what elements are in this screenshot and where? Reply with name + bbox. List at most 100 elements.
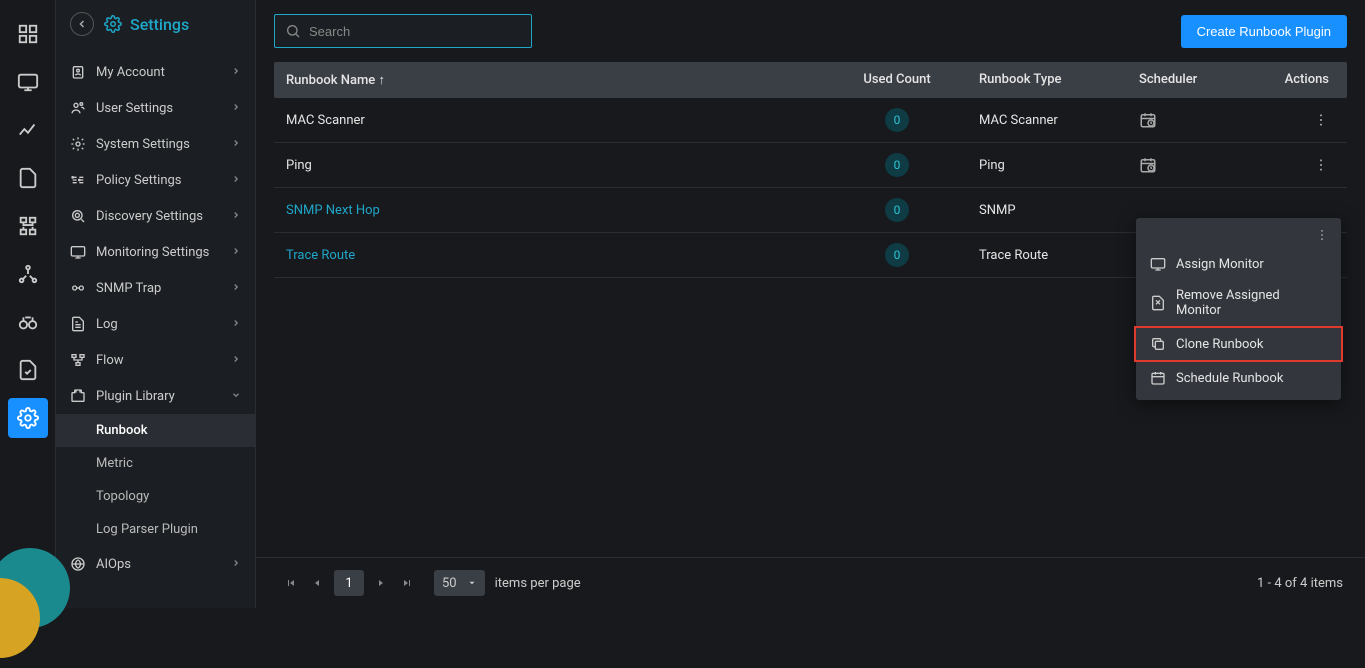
sidebar-item-label: System Settings	[96, 137, 190, 152]
context-menu: Assign Monitor Remove Assigned Monitor Clo…	[1136, 218, 1341, 400]
chevron-icon	[231, 173, 241, 188]
context-menu-label: Remove Assigned Monitor	[1176, 288, 1327, 318]
chevron-icon	[231, 65, 241, 80]
pager-first-icon[interactable]	[278, 570, 304, 596]
sidebar-item-discovery-settings[interactable]: Discovery Settings	[56, 198, 255, 234]
row-count: 0	[827, 143, 967, 187]
sidebar-item-label: My Account	[96, 65, 165, 80]
row-count: 0	[827, 188, 967, 232]
search-input-wrap[interactable]	[274, 14, 532, 48]
sidebar-item-log[interactable]: Log	[56, 306, 255, 342]
back-button[interactable]	[70, 12, 94, 36]
sidebar-subitem-topology[interactable]: Topology	[56, 480, 255, 513]
sidebar-item-label: SNMP Trap	[96, 281, 161, 296]
pager-prev-icon[interactable]	[304, 570, 330, 596]
context-menu-item-remove-assigned-monitor[interactable]: Remove Assigned Monitor	[1136, 280, 1341, 326]
table-row: MAC Scanner0MAC Scanner	[274, 98, 1347, 143]
row-scheduler[interactable]	[1127, 146, 1257, 184]
chevron-icon	[231, 281, 241, 296]
sidebar-item-plugin-library[interactable]: Plugin Library	[56, 378, 255, 414]
sidebar-item-label: User Settings	[96, 101, 173, 116]
rail-dashboard-icon[interactable]	[8, 14, 48, 54]
row-name: Ping	[274, 148, 827, 183]
rail-metrics-icon[interactable]	[8, 110, 48, 150]
pager-last-icon[interactable]	[394, 570, 420, 596]
rail-settings-icon[interactable]	[8, 398, 48, 438]
sidebar: Settings My Account User Settings System S…	[56, 0, 256, 608]
sidebar-item-my-account[interactable]: My Account	[56, 54, 255, 90]
sidebar-item-label: Monitoring Settings	[96, 245, 209, 260]
row-count: 0	[827, 233, 967, 277]
context-menu-label: Assign Monitor	[1176, 257, 1264, 272]
items-per-page-label: items per page	[495, 576, 581, 591]
more-vertical-icon[interactable]	[1313, 112, 1329, 128]
sidebar-item-policy-settings[interactable]: Policy Settings	[56, 162, 255, 198]
col-scheduler[interactable]: Scheduler	[1127, 62, 1257, 98]
pager-next-icon[interactable]	[368, 570, 394, 596]
sidebar-item-user-settings[interactable]: User Settings	[56, 90, 255, 126]
chevron-icon	[231, 389, 241, 404]
main-content: Create Runbook Plugin Runbook Name ↑ Use…	[256, 0, 1365, 608]
sidebar-item-flow[interactable]: Flow	[56, 342, 255, 378]
table-header: Runbook Name ↑ Used Count Runbook Type S…	[274, 62, 1347, 98]
col-runbook-type[interactable]: Runbook Type	[967, 62, 1127, 98]
sidebar-item-label: Flow	[96, 353, 124, 368]
row-type: MAC Scanner	[967, 103, 1127, 138]
sidebar-subitem-log-parser-plugin[interactable]: Log Parser Plugin	[56, 513, 255, 546]
pager-status: 1 - 4 of 4 items	[1257, 576, 1343, 591]
rail-monitor-icon[interactable]	[8, 62, 48, 102]
context-menu-label: Schedule Runbook	[1176, 371, 1283, 386]
chevron-icon	[231, 137, 241, 152]
page-title: Settings	[104, 15, 189, 34]
sidebar-subitem-runbook[interactable]: Runbook	[56, 414, 255, 447]
rail-topology-icon[interactable]	[8, 206, 48, 246]
sidebar-item-label: AIOps	[96, 557, 131, 572]
search-icon	[285, 23, 301, 39]
chevron-icon	[231, 245, 241, 260]
row-type: Trace Route	[967, 238, 1127, 273]
col-used-count[interactable]: Used Count	[827, 62, 967, 98]
sidebar-item-label: Plugin Library	[96, 389, 175, 404]
sidebar-item-label: Log	[96, 317, 118, 332]
sidebar-item-aiops[interactable]: AIOps	[56, 546, 255, 582]
pager-page-number[interactable]: 1	[334, 570, 364, 596]
row-actions[interactable]	[1257, 147, 1347, 183]
table-row: Ping0Ping	[274, 143, 1347, 188]
context-menu-label: Clone Runbook	[1176, 337, 1263, 352]
icon-rail	[0, 0, 56, 608]
row-type: SNMP	[967, 193, 1127, 228]
chevron-icon	[231, 353, 241, 368]
create-runbook-button[interactable]: Create Runbook Plugin	[1181, 15, 1347, 48]
more-vertical-icon[interactable]	[1315, 228, 1329, 242]
context-menu-item-clone-runbook[interactable]: Clone Runbook	[1134, 326, 1343, 362]
sidebar-item-label: Policy Settings	[96, 173, 182, 188]
calendar-clock-icon[interactable]	[1139, 156, 1157, 174]
col-actions: Actions	[1257, 62, 1347, 98]
search-input[interactable]	[309, 24, 521, 39]
row-name[interactable]: Trace Route	[274, 238, 827, 273]
context-menu-item-schedule-runbook[interactable]: Schedule Runbook	[1136, 362, 1341, 394]
sidebar-item-snmp-trap[interactable]: SNMP Trap	[56, 270, 255, 306]
page-size-select[interactable]: 50	[434, 570, 485, 596]
rail-binoculars-icon[interactable]	[8, 302, 48, 342]
row-name[interactable]: SNMP Next Hop	[274, 193, 827, 228]
row-name: MAC Scanner	[274, 103, 827, 138]
more-vertical-icon[interactable]	[1313, 157, 1329, 173]
chevron-icon	[231, 317, 241, 332]
rail-report-icon[interactable]	[8, 350, 48, 390]
row-actions	[1257, 200, 1347, 220]
sidebar-item-monitoring-settings[interactable]: Monitoring Settings	[56, 234, 255, 270]
sidebar-subitem-metric[interactable]: Metric	[56, 447, 255, 480]
calendar-clock-icon[interactable]	[1139, 111, 1157, 129]
pagination: 1 50 items per page 1 - 4 of 4 items	[256, 557, 1365, 608]
sidebar-item-label: Discovery Settings	[96, 209, 203, 224]
col-runbook-name[interactable]: Runbook Name ↑	[274, 62, 827, 98]
sidebar-item-system-settings[interactable]: System Settings	[56, 126, 255, 162]
row-scheduler[interactable]	[1127, 101, 1257, 139]
row-type: Ping	[967, 148, 1127, 183]
rail-document-icon[interactable]	[8, 158, 48, 198]
rail-network-icon[interactable]	[8, 254, 48, 294]
row-actions[interactable]	[1257, 102, 1347, 138]
context-menu-item-assign-monitor[interactable]: Assign Monitor	[1136, 248, 1341, 280]
row-count: 0	[827, 98, 967, 142]
